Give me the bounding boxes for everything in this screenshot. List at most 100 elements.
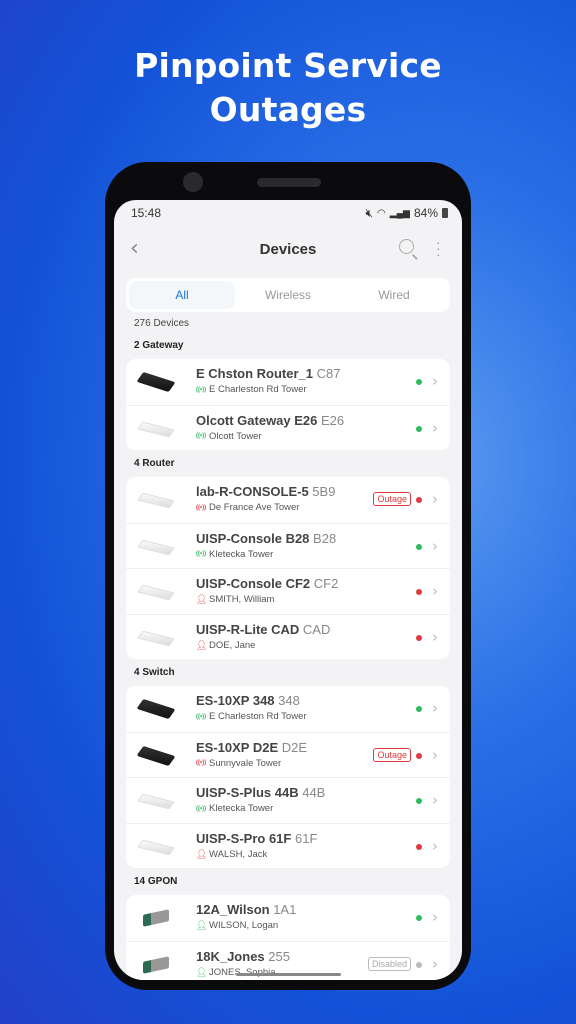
device-row[interactable]: lab-R-CONSOLE-5 5B9 ((•)) De France Ave T…	[126, 477, 450, 523]
device-name: 12A_Wilson 1A1	[196, 902, 296, 917]
filter-tabs: All Wireless Wired	[126, 278, 450, 312]
device-location-text: DOE, Jane	[209, 639, 256, 651]
speaker	[257, 178, 321, 187]
device-name-text: ES-10XP D2E	[196, 739, 279, 755]
device-image	[143, 909, 169, 927]
device-code: 61F	[294, 830, 318, 846]
mute-icon: 🔇︎	[365, 205, 373, 220]
device-location: ((•)) Sunnyvale Tower	[196, 758, 281, 769]
device-location-text: WALSH, Jack	[209, 848, 268, 860]
device-location: ((•)) Olcott Tower	[196, 431, 262, 442]
device-name: UISP-S-Pro 61F 61F	[196, 831, 317, 846]
status-dot	[416, 706, 422, 712]
back-button[interactable]: ‹	[130, 236, 139, 261]
device-code: 1A1	[273, 902, 297, 917]
device-name: UISP-S-Plus 44B 44B	[196, 785, 325, 800]
device-location-text: Kletecka Tower	[209, 548, 274, 560]
section-header: 4 Switch	[134, 667, 175, 678]
device-image	[136, 745, 176, 766]
search-icon[interactable]	[399, 239, 414, 254]
section-header: 2 Gateway	[134, 340, 184, 351]
phone-frame: 15:48 🔇︎ ◠ ▂▄▆ 84% ‹ Devices · · · All Wir…	[105, 162, 471, 990]
device-list[interactable]: 2 Gateway E Chston Router_1 C87 ((•)) E C…	[114, 340, 462, 980]
battery-level: 84%	[413, 206, 438, 220]
device-location-text: Kletecka Tower	[209, 803, 274, 814]
device-row[interactable]: UISP-S-Pro 61F 61F 👤︎ WALSH, Jack ›	[126, 822, 450, 869]
tower-icon: ((•))	[196, 386, 207, 393]
tower-icon: ((•))	[196, 504, 207, 511]
device-code: C87	[316, 366, 341, 381]
user-icon: 👤︎	[196, 848, 208, 859]
status-dot	[416, 798, 422, 804]
device-name-text: UISP-Console CF2	[196, 576, 311, 591]
device-code: B28	[313, 530, 337, 546]
device-name-text: UISP-Console B28	[196, 530, 310, 546]
headline-line-1: Pinpoint Service	[134, 46, 442, 85]
status-dot	[416, 961, 422, 968]
device-row[interactable]: UISP-R-Lite CAD CAD 👤︎ DOE, Jane ›	[126, 613, 450, 660]
device-name: 18K_Jones 255	[196, 949, 290, 964]
device-location: ((•)) E Charleston Rd Tower	[196, 384, 307, 395]
user-icon: 👤︎	[196, 639, 208, 650]
device-image	[137, 421, 175, 437]
status-dot	[416, 379, 422, 385]
device-row[interactable]: Olcott Gateway E26 E26 ((•)) Olcott Tower…	[126, 404, 450, 451]
headline: Pinpoint Service Outages	[0, 44, 576, 132]
device-row[interactable]: ES-10XP D2E D2E ((•)) Sunnyvale Tower Out…	[126, 731, 450, 778]
device-name-text: Olcott Gateway E26	[196, 412, 318, 428]
device-row[interactable]: UISP-Console B28 B28 ((•)) Kletecka Tower…	[126, 522, 450, 569]
device-row[interactable]: E Chston Router_1 C87 ((•)) E Charleston …	[126, 359, 450, 405]
device-code: 348	[278, 693, 300, 708]
device-location-text: Olcott Tower	[209, 430, 262, 442]
chevron-right-icon: ›	[432, 627, 438, 646]
device-row[interactable]: UISP-S-Plus 44B 44B ((•)) Kletecka Tower …	[126, 777, 450, 823]
device-name-text: E Chston Router_1	[196, 366, 314, 381]
device-card: E Chston Router_1 C87 ((•)) E Charleston …	[126, 359, 450, 450]
battery-icon	[442, 208, 448, 218]
device-location-text: De France Ave Tower	[209, 502, 300, 513]
device-name-text: 18K_Jones	[196, 948, 265, 964]
device-name: UISP-R-Lite CAD CAD	[196, 622, 330, 637]
device-location: ((•)) Kletecka Tower	[196, 549, 273, 560]
signal-icon: ▂▄▆	[389, 207, 410, 218]
section-header: 14 GPON	[134, 876, 178, 887]
device-image	[137, 793, 175, 810]
device-location: 👤︎ DOE, Jane	[196, 640, 255, 651]
device-location-text: WILSON, Logan	[209, 920, 279, 931]
device-name: E Chston Router_1 C87	[196, 366, 341, 381]
status-badge: Outage	[373, 492, 411, 506]
device-code: CF2	[313, 576, 339, 591]
device-name-text: UISP-R-Lite CAD	[196, 621, 300, 637]
device-image	[137, 630, 175, 646]
tab-all[interactable]: All	[129, 281, 235, 309]
chevron-right-icon: ›	[432, 490, 438, 508]
tower-icon: ((•))	[196, 805, 207, 812]
device-name: ES-10XP D2E D2E	[196, 740, 307, 755]
device-location: ((•)) Kletecka Tower	[196, 803, 273, 814]
device-location: ((•)) E Charleston Rd Tower	[196, 711, 307, 722]
home-indicator[interactable]	[236, 973, 341, 976]
more-options-icon[interactable]: · · ·	[436, 235, 441, 261]
device-name-text: UISP-S-Pro 61F	[196, 830, 292, 846]
status-badge: Disabled	[367, 956, 411, 971]
chevron-right-icon: ›	[432, 372, 438, 390]
device-row[interactable]: UISP-Console CF2 CF2 👤︎ SMITH, William ›	[126, 568, 450, 614]
device-name: UISP-Console B28 B28	[196, 531, 336, 546]
device-row[interactable]: ES-10XP 348 348 ((•)) E Charleston Rd Tow…	[126, 686, 450, 732]
user-icon: 👤︎	[196, 594, 208, 604]
device-card: lab-R-CONSOLE-5 5B9 ((•)) De France Ave T…	[126, 477, 450, 659]
device-location: 👤︎ WILSON, Logan	[196, 920, 278, 931]
page-title: Devices	[259, 240, 317, 258]
tab-wired[interactable]: Wired	[341, 281, 447, 309]
device-image	[143, 955, 169, 974]
user-icon: 👤︎	[196, 966, 208, 977]
chevron-right-icon: ›	[432, 908, 438, 926]
device-row[interactable]: 12A_Wilson 1A1 👤︎ WILSON, Logan ›	[126, 895, 450, 941]
status-dot	[416, 634, 422, 641]
chevron-right-icon: ›	[432, 582, 438, 600]
screen: 15:48 🔇︎ ◠ ▂▄▆ 84% ‹ Devices · · · All Wir…	[114, 200, 462, 980]
device-card: 12A_Wilson 1A1 👤︎ WILSON, Logan › 18K_Jon…	[126, 895, 450, 980]
status-dot	[416, 589, 422, 595]
chevron-right-icon: ›	[432, 836, 438, 855]
tab-wireless[interactable]: Wireless	[235, 281, 341, 309]
